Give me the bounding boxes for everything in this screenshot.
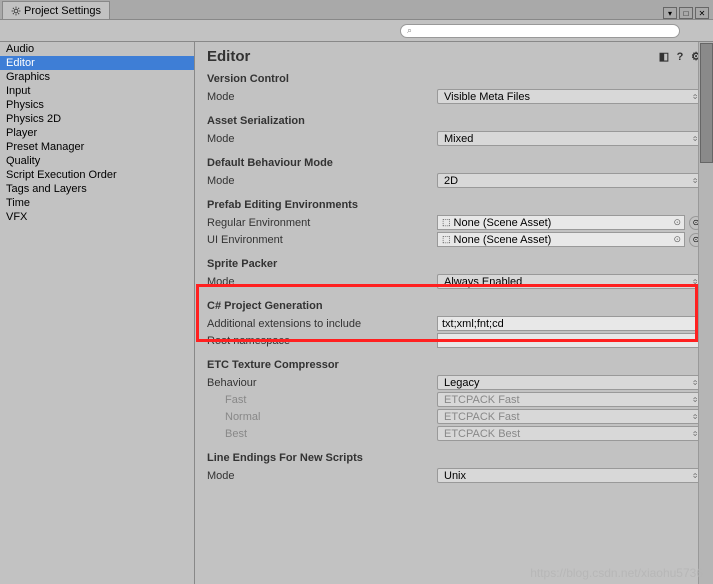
dropdown-icon[interactable]: ▾	[663, 7, 677, 19]
search-icon: ⌕	[407, 25, 412, 36]
sp-mode-dropdown[interactable]: Always Enabled	[437, 274, 703, 289]
ns-input[interactable]	[437, 333, 703, 348]
search-input[interactable]: ⌕	[400, 24, 680, 38]
sidebar-item-physics[interactable]: Physics	[0, 98, 194, 112]
regular-env-field[interactable]: ⬚None (Scene Asset)	[437, 215, 685, 230]
sidebar-item-player[interactable]: Player	[0, 126, 194, 140]
sidebar-item-preset-manager[interactable]: Preset Manager	[0, 140, 194, 154]
content-panel: Editor ◧ ? ⚙ Version Control Mode Visibl…	[195, 42, 713, 584]
sidebar-item-editor[interactable]: Editor	[0, 56, 194, 70]
sidebar-item-graphics[interactable]: Graphics	[0, 70, 194, 84]
unity-icon: ⬚	[442, 234, 451, 245]
tab-label: Project Settings	[24, 5, 101, 17]
help-icon[interactable]: ◧	[657, 50, 671, 64]
etc-behaviour-label: Behaviour	[207, 377, 437, 389]
sidebar-item-script-execution[interactable]: Script Execution Order	[0, 168, 194, 182]
sidebar: Audio Editor Graphics Input Physics Phys…	[0, 42, 195, 584]
regular-env-label: Regular Environment	[207, 217, 437, 229]
etc-fast-label: Fast	[207, 394, 437, 406]
vc-mode-dropdown[interactable]: Visible Meta Files	[437, 89, 703, 104]
etc-normal-label: Normal	[207, 411, 437, 423]
maximize-button[interactable]: □	[679, 7, 693, 19]
section-version-control: Version Control	[207, 73, 703, 85]
section-default-behaviour: Default Behaviour Mode	[207, 157, 703, 169]
sidebar-item-audio[interactable]: Audio	[0, 42, 194, 56]
etc-fast-dropdown[interactable]: ETCPACK Fast	[437, 392, 703, 407]
etc-normal-dropdown[interactable]: ETCPACK Fast	[437, 409, 703, 424]
sidebar-item-time[interactable]: Time	[0, 196, 194, 210]
page-title: Editor ◧ ? ⚙	[207, 48, 703, 65]
sidebar-item-vfx[interactable]: VFX	[0, 210, 194, 224]
tab-project-settings[interactable]: Project Settings	[2, 1, 110, 19]
le-mode-label: Mode	[207, 470, 437, 482]
db-mode-label: Mode	[207, 175, 437, 187]
sidebar-item-input[interactable]: Input	[0, 84, 194, 98]
unity-icon: ⬚	[442, 217, 451, 228]
etc-behaviour-dropdown[interactable]: Legacy	[437, 375, 703, 390]
section-csharp: C# Project Generation	[207, 300, 703, 312]
section-asset-serialization: Asset Serialization	[207, 115, 703, 127]
close-button[interactable]: ✕	[695, 7, 709, 19]
sidebar-item-quality[interactable]: Quality	[0, 154, 194, 168]
as-mode-dropdown[interactable]: Mixed	[437, 131, 703, 146]
ext-label: Additional extensions to include	[207, 318, 437, 330]
le-mode-dropdown[interactable]: Unix	[437, 468, 703, 483]
etc-best-label: Best	[207, 428, 437, 440]
search-row: ⌕	[0, 20, 713, 42]
window-controls: ▾ □ ✕	[663, 7, 713, 19]
section-sprite-packer: Sprite Packer	[207, 258, 703, 270]
ui-env-label: UI Environment	[207, 234, 437, 246]
tab-bar: Project Settings ▾ □ ✕	[0, 0, 713, 20]
ui-env-field[interactable]: ⬚None (Scene Asset)	[437, 232, 685, 247]
gear-icon	[11, 6, 21, 16]
section-etc: ETC Texture Compressor	[207, 359, 703, 371]
section-prefab-env: Prefab Editing Environments	[207, 199, 703, 211]
sp-mode-label: Mode	[207, 276, 437, 288]
docs-icon[interactable]: ?	[673, 50, 687, 64]
ns-label: Root namespace	[207, 335, 437, 347]
db-mode-dropdown[interactable]: 2D	[437, 173, 703, 188]
vc-mode-label: Mode	[207, 91, 437, 103]
scrollbar-thumb[interactable]	[700, 43, 713, 163]
as-mode-label: Mode	[207, 133, 437, 145]
ext-input[interactable]: txt;xml;fnt;cd	[437, 316, 703, 331]
sidebar-item-tags-layers[interactable]: Tags and Layers	[0, 182, 194, 196]
etc-best-dropdown[interactable]: ETCPACK Best	[437, 426, 703, 441]
section-line-endings: Line Endings For New Scripts	[207, 452, 703, 464]
scrollbar[interactable]	[698, 42, 713, 584]
sidebar-item-physics-2d[interactable]: Physics 2D	[0, 112, 194, 126]
